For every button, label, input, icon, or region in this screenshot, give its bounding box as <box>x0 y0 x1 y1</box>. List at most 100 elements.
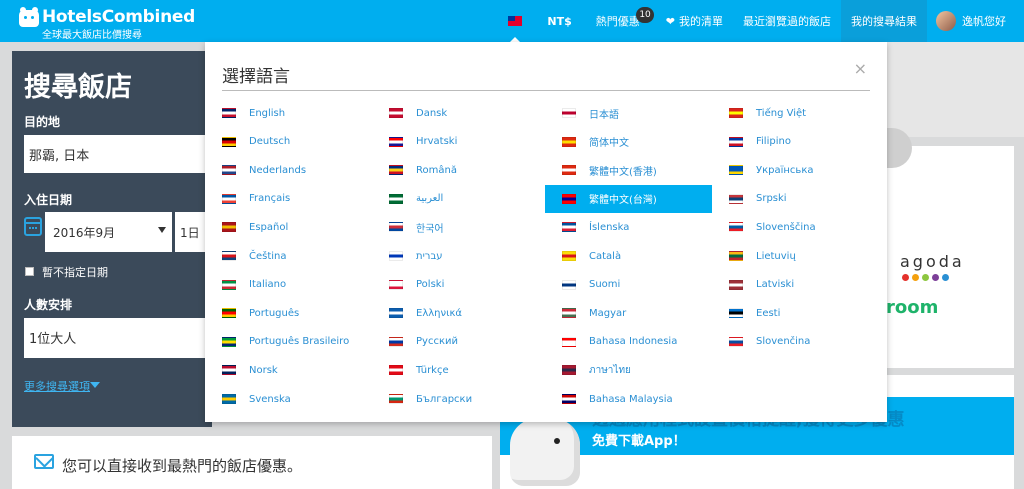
language-option[interactable]: Polski <box>372 271 539 299</box>
hot-deals-count-badge: 10 <box>636 7 654 23</box>
language-option-label: 繁體中文(香港) <box>589 166 657 178</box>
language-option[interactable]: Íslenska <box>545 213 712 241</box>
language-option[interactable]: Română <box>372 156 539 184</box>
flag-icon <box>729 136 743 147</box>
recently-viewed-link[interactable]: 最近瀏覽過的飯店 <box>733 0 841 42</box>
language-option[interactable]: Magyar <box>545 299 712 327</box>
language-option[interactable]: Bahasa Indonesia <box>545 328 712 356</box>
language-option[interactable]: 繁體中文(香港) <box>545 156 712 184</box>
language-option[interactable]: Български <box>372 385 539 413</box>
taiwan-flag-icon <box>508 16 523 26</box>
language-option-label: Bahasa Indonesia <box>589 336 678 348</box>
language-option-label: 简体中文 <box>589 138 629 150</box>
no-date-checkbox[interactable] <box>25 267 34 276</box>
destination-input[interactable]: 那霸, 日本 <box>24 135 212 173</box>
guests-select[interactable]: 1位大人 <box>24 318 212 358</box>
language-option[interactable]: 繁體中文(台灣) <box>545 184 712 213</box>
hot-deals-link[interactable]: 熱門優惠 10 <box>584 0 656 42</box>
my-search-results-link[interactable]: 我的搜尋結果 <box>841 0 927 42</box>
hot-deals-label: 熱門優惠 <box>595 15 640 28</box>
language-option-label: Srpski <box>756 193 787 205</box>
agoda-logo[interactable]: agoda <box>900 252 970 281</box>
language-option[interactable]: Svenska <box>205 385 372 413</box>
language-option-label: Türkçe <box>416 364 449 376</box>
flag-icon <box>222 193 236 204</box>
language-option[interactable]: Português <box>205 299 372 327</box>
language-option[interactable]: Português Brasileiro <box>205 328 372 356</box>
language-option-label: Русский <box>416 336 458 348</box>
flag-icon <box>222 336 236 347</box>
heart-icon: ❤ <box>665 14 675 28</box>
flag-icon <box>562 222 576 233</box>
language-option[interactable]: Srpski <box>712 185 879 213</box>
currency-selector[interactable]: NT$ <box>535 0 583 42</box>
language-option[interactable]: Hrvatski <box>372 128 539 156</box>
partner-logo-room[interactable]: room <box>886 297 938 318</box>
language-option[interactable]: Čeština <box>205 242 372 270</box>
language-option[interactable]: Suomi <box>545 271 712 299</box>
language-option-label: English <box>249 107 286 119</box>
deals-subscribe-text: 您可以直接收到最熱門的飯店優惠。 <box>62 457 303 475</box>
language-option[interactable]: English <box>205 99 372 127</box>
language-option[interactable]: 한국어 <box>372 213 539 241</box>
language-option[interactable]: Slovenčina <box>712 328 879 356</box>
language-option[interactable]: Català <box>545 242 712 270</box>
flag-icon <box>562 165 576 176</box>
language-option[interactable]: Deutsch <box>205 128 372 156</box>
flag-icon <box>222 279 236 290</box>
language-option[interactable]: Русский <box>372 328 539 356</box>
language-option[interactable]: 日本語 <box>545 99 712 127</box>
close-icon[interactable]: × <box>854 59 867 78</box>
language-option-label: Čeština <box>249 250 287 262</box>
language-option[interactable]: Español <box>205 213 372 241</box>
agoda-dot <box>912 274 919 281</box>
language-option[interactable]: Norsk <box>205 356 372 384</box>
flag-icon <box>562 279 576 290</box>
language-option-label: Italiano <box>249 279 287 291</box>
flag-icon <box>562 251 576 261</box>
flag-icon <box>729 279 743 290</box>
language-modal: 選擇語言 × English Deutsch Nederlands Français E… <box>205 42 887 422</box>
language-option[interactable]: Latviski <box>712 271 879 299</box>
chevron-down-icon <box>158 227 166 233</box>
language-option[interactable]: Bahasa Malaysia <box>545 385 712 413</box>
user-menu[interactable]: 逸帆您好 <box>927 0 1024 42</box>
divider <box>222 90 870 91</box>
flag-icon <box>389 308 403 319</box>
language-option[interactable]: Lietuvių <box>712 242 879 270</box>
language-option[interactable]: Nederlands <box>205 156 372 184</box>
language-option[interactable]: 简体中文 <box>545 128 712 156</box>
top-right-card <box>884 42 1024 137</box>
flag-icon <box>729 251 743 261</box>
language-option-label: Ελληνικά <box>416 307 462 319</box>
language-option[interactable]: Filipino <box>712 128 879 156</box>
language-option[interactable]: עברית <box>372 242 539 270</box>
language-option[interactable]: Türkçe <box>372 356 539 384</box>
flag-icon <box>389 193 403 204</box>
language-option[interactable]: Eesti <box>712 299 879 327</box>
language-option[interactable]: Українська <box>712 156 879 184</box>
language-option[interactable]: Dansk <box>372 99 539 127</box>
app-download-cta[interactable]: 免費下載App！ <box>592 430 686 449</box>
wishlist-link[interactable]: ❤ 我的清單 <box>656 0 733 42</box>
flag-icon <box>222 222 236 233</box>
more-search-options-link[interactable]: 更多搜尋選項 <box>24 378 90 394</box>
checkin-month-select[interactable]: 2016年9月 <box>45 212 172 252</box>
language-option[interactable]: Tiếng Việt <box>712 99 879 127</box>
brand-logo[interactable]: HotelsCombined 全球最大飯店比價搜尋 <box>19 7 195 41</box>
language-option[interactable]: Slovenščina <box>712 213 879 241</box>
calendar-icon[interactable] <box>24 217 42 236</box>
flag-icon <box>729 336 743 347</box>
flag-icon <box>222 394 236 404</box>
language-option[interactable]: Français <box>205 185 372 213</box>
language-option[interactable]: ภาษาไทย <box>545 356 712 384</box>
no-date-label: 暫不指定日期 <box>42 266 108 279</box>
language-option-label: Deutsch <box>249 136 291 148</box>
flag-icon <box>389 279 403 290</box>
language-selector[interactable] <box>495 0 535 43</box>
agoda-wordmark: agoda <box>900 252 965 271</box>
language-option[interactable]: Ελληνικά <box>372 299 539 327</box>
language-option-label: Português <box>249 307 300 319</box>
language-option[interactable]: Italiano <box>205 271 372 299</box>
language-option[interactable]: العربية <box>372 185 539 213</box>
